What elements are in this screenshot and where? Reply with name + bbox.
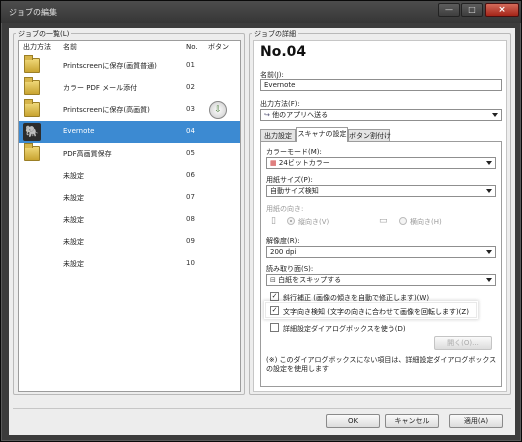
job-row[interactable]: 未設定 09 [19, 231, 240, 253]
landscape-page-icon: ▭ [379, 216, 388, 226]
folder-icon [24, 99, 40, 117]
column-header-button[interactable]: ボタン [208, 41, 229, 53]
paper-size-value: 自動サイズ検知 [270, 187, 319, 195]
job-row-number: 07 [186, 193, 195, 201]
column-header-no[interactable]: No. [186, 41, 198, 53]
chevron-down-icon [486, 278, 492, 282]
scan-button-icon[interactable]: ⇩ [209, 101, 227, 119]
deskew-label: 斜行補正 (画像の傾きを自動で修正します)(W) [283, 294, 430, 302]
close-button[interactable]: × [485, 3, 519, 17]
job-row-name: 未設定 [63, 194, 84, 202]
open-button[interactable]: 開く(O)... [434, 336, 492, 350]
apply-button[interactable]: 適用(A) [449, 414, 503, 428]
job-row-name: カラー PDF メール添付 [63, 84, 138, 92]
job-row-number: 03 [186, 105, 195, 113]
landscape-radio[interactable] [399, 217, 407, 225]
deskew-checkbox[interactable]: ✓ [270, 292, 279, 301]
scan-side-select[interactable]: ⊟ 白紙をスキップする [266, 274, 496, 286]
column-header-name[interactable]: 名前 [63, 41, 77, 53]
job-row[interactable]: Printscreenに保存(画質普通) 01 [19, 55, 240, 77]
job-row[interactable]: 🐘 Evernote 04 [19, 121, 240, 143]
job-details-group-label: ジョブの詳細 [252, 29, 298, 39]
job-row[interactable]: 未設定 10 [19, 253, 240, 275]
job-row-number: 05 [186, 149, 195, 157]
color-mode-label: カラーモード(M): [266, 148, 322, 156]
job-number: No.04 [260, 44, 307, 60]
portrait-radio[interactable] [287, 217, 295, 225]
chevron-down-icon [486, 189, 492, 193]
folder-icon [24, 55, 40, 73]
portrait-page-icon: ▯ [271, 216, 276, 226]
job-row-name: PDF高画質保存 [63, 150, 112, 158]
job-row[interactable]: Printscreenに保存(高画質) 03 ⇩ [19, 99, 240, 121]
resolution-label: 解像度(R): [266, 237, 300, 245]
minimize-button[interactable]: — [438, 3, 460, 17]
job-list-group-label: ジョブの一覧(L) [16, 29, 72, 39]
job-row[interactable]: 未設定 06 [19, 165, 240, 187]
text-orientation-label: 文字向き検知 (文字の向きに合わせて画像を回転します)(Z) [283, 308, 469, 316]
job-row-number: 09 [186, 237, 195, 245]
job-row-number: 10 [186, 259, 195, 267]
output-method-label: 出力方法(F): [260, 100, 300, 108]
name-field[interactable]: Evernote [260, 79, 502, 91]
paper-size-select[interactable]: 自動サイズ検知 [266, 185, 496, 197]
job-row-name: 未設定 [63, 172, 84, 180]
note-text: (※) このダイアログボックスにない項目は、詳細設定ダイアログボックスの設定を使… [266, 356, 497, 373]
job-row[interactable]: カラー PDF メール添付 02 [19, 77, 240, 99]
job-row-number: 06 [186, 171, 195, 179]
column-header-method[interactable]: 出力方法 [23, 41, 51, 53]
detail-dialog-label: 詳細設定ダイアログボックスを使う(D) [283, 325, 406, 333]
job-row-name: Evernote [63, 127, 95, 135]
color-mode-select[interactable]: ▦ 24ビットカラー [266, 157, 496, 169]
chevron-down-icon [486, 161, 492, 165]
scan-side-label: 読み取り面(S): [266, 265, 314, 273]
output-method-select[interactable]: ↪ 他のアプリへ送る [260, 109, 502, 121]
evernote-icon: 🐘 [23, 123, 41, 141]
color-mode-icon: ▦ [270, 159, 277, 167]
folder-icon [24, 143, 40, 161]
job-row[interactable]: PDF高画質保存 05 [19, 143, 240, 165]
text-orientation-checkbox[interactable]: ✓ [270, 306, 279, 315]
job-row[interactable]: 未設定 07 [19, 187, 240, 209]
job-row-name: 未設定 [63, 260, 84, 268]
job-row-name: 未設定 [63, 216, 84, 224]
chevron-down-icon [492, 113, 498, 117]
maximize-button[interactable]: □ [461, 3, 483, 17]
orientation-label: 用紙の向き: [266, 205, 304, 213]
job-row-number: 04 [186, 127, 195, 135]
job-row-name: Printscreenに保存(高画質) [63, 106, 150, 114]
job-list[interactable]: 出力方法 名前 No. ボタン Printscreenに保存(画質普通) 01 カラ… [18, 40, 241, 392]
job-row[interactable]: 未設定 08 [19, 209, 240, 231]
job-row-name: Printscreenに保存(画質普通) [63, 62, 157, 70]
tab-scanner-settings[interactable]: スキャナの設定 [296, 127, 348, 142]
ok-button[interactable]: OK [326, 414, 380, 428]
resolution-select[interactable]: 200 dpi [266, 246, 496, 258]
color-mode-value: 24ビットカラー [278, 159, 330, 167]
send-to-app-icon: ↪ [264, 111, 270, 119]
details-panel: No.04 名前(J): Evernote 出力方法(F): ↪ 他のアプリへ送… [253, 40, 507, 392]
title-bar[interactable]: ジョブの編集 — □ × [1, 1, 521, 23]
job-row-number: 02 [186, 83, 195, 91]
detail-dialog-checkbox[interactable] [270, 323, 279, 332]
output-method-value: 他のアプリへ送る [272, 111, 329, 119]
job-row-name: 未設定 [63, 238, 84, 246]
job-row-number: 01 [186, 61, 195, 69]
window-title: ジョブの編集 [9, 8, 57, 17]
folder-icon [24, 77, 40, 95]
landscape-label: 横向き(H) [410, 218, 442, 226]
paper-size-label: 用紙サイズ(P): [266, 176, 313, 184]
resolution-value: 200 dpi [270, 248, 297, 256]
skip-blank-icon: ⊟ [270, 276, 276, 284]
job-row-number: 08 [186, 215, 195, 223]
cancel-button[interactable]: キャンセル [385, 414, 439, 428]
dialog-client-area: ジョブの一覧(L) 出力方法 名前 No. ボタン Printscreenに保存… [9, 28, 515, 435]
portrait-label: 縦向き(V) [298, 218, 330, 226]
edit-job-window: ジョブの編集 — □ × ジョブの一覧(L) 出力方法 名前 No. ボタン P… [0, 0, 522, 442]
chevron-down-icon [486, 250, 492, 254]
scan-side-value: 白紙をスキップする [278, 276, 342, 284]
footer-divider [13, 408, 511, 409]
scanner-settings-page: カラーモード(M): ▦ 24ビットカラー 用紙サイズ(P): 自動サイズ検知 … [260, 141, 502, 387]
